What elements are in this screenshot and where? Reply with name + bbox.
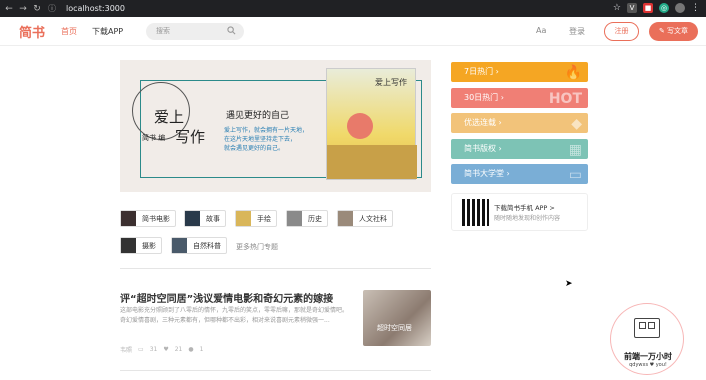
topic-thumbnail [236,211,251,226]
banner-subtitle: 遇见更好的自己 [226,111,290,121]
topic-label: 手绘 [257,214,271,223]
watermark-badge: 前端一万小时 qdywxs ♥ you! [610,303,684,375]
banner-author: 简书 编 [142,134,166,142]
topic-item[interactable]: 手绘 [235,210,277,227]
browser-toolbar: ← → ↻ ⓘ localhost:3000 ☆ V ■ ◎ ⋮ [0,0,706,17]
menu-icon[interactable]: ⋮ [691,3,700,13]
topic-item[interactable]: 历史 [286,210,328,227]
download-app-card[interactable]: 下载简书手机 APP > 随时随地发现和创作内容 [451,193,588,231]
mouse-cursor-icon: ➤ [565,279,573,289]
sidebar-label: 简书版权 [464,144,496,153]
article-thumbnail[interactable]: 超时空同居 [363,290,431,346]
avatar[interactable] [675,3,685,13]
write-article-button[interactable]: ✎ 写文章 [649,22,698,41]
topic-thumbnail [121,238,136,253]
badge-subtitle: qdywxs ♥ you! [629,362,667,368]
topic-thumbnail [185,211,200,226]
write-label: 写文章 [667,27,689,35]
sidebar-label: 30日热门 [464,93,499,102]
extension-icon[interactable]: ◎ [659,3,669,13]
topic-thumbnail [338,211,353,226]
more-topics-link[interactable]: 更多热门专题 [236,242,278,252]
book-cover: 爱上写作 [326,68,417,180]
topic-item[interactable]: 简书电影 [120,210,176,227]
robot-icon [634,318,660,338]
register-button[interactable]: 注册 [604,22,639,41]
topic-label: 故事 [206,214,220,223]
flame-icon: 🔥 [564,65,582,81]
topic-item[interactable]: 摄影 [120,237,162,254]
app-download-subtitle: 随时随地发现和创作内容 [494,215,561,222]
divider [120,370,431,371]
star-icon[interactable]: ☆ [613,3,621,13]
book-title: 爱上写作 [375,78,407,87]
article-author[interactable]: 韦照 [120,345,132,354]
book-illustration [327,145,417,179]
article-abstract: 这部电影充分照顾到了八零后的情怀，九零后的笑点，零零后嘛，那就是奇幻爱情吧。奇幻… [120,307,349,324]
logo[interactable]: 简书 [19,22,45,41]
topic-thumbnail [287,211,302,226]
sidebar-serial[interactable]: 优选连载 › ◆ [451,113,588,133]
banner[interactable]: 爱上 写作 简书 编 遇见更好的自己 爱上写作，就会拥有一片天地， 在这片天地里… [120,60,431,192]
address-bar[interactable]: localhost:3000 [66,4,125,13]
reward-count: 1 [199,346,204,353]
article-title[interactable]: 评“超时空同居”浅议爱情电影和奇幻元素的嫁接 [120,290,333,305]
calendar-icon: ▦ [568,142,582,158]
hot-icon: HOT [548,91,582,107]
search-input[interactable]: 搜索 [146,23,244,40]
back-icon[interactable]: ← [4,4,14,14]
topic-item[interactable]: 自然科普 [171,237,227,254]
divider [120,268,431,269]
book-illustration [347,113,373,139]
banner-title-line1: 爱上 [154,108,185,126]
sidebar-label: 7日热门 [464,67,494,76]
sidebar-30day-hot[interactable]: 30日热门 › HOT [451,88,588,108]
reload-icon[interactable]: ↻ [32,4,42,14]
sidebar-label: 优选连载 [464,118,496,127]
sidebar-university[interactable]: 简书大学堂 › ▭ [451,164,588,184]
login-link[interactable]: 登录 [569,26,585,37]
thumbnail-caption: 超时空同居 [377,324,412,332]
heart-icon: ♥ [163,346,169,353]
nav-download-app[interactable]: 下载APP [92,26,123,37]
article-meta: 韦照 ▭ 31 ♥ 21 ● 1 [120,345,203,354]
extension-icon[interactable]: V [627,3,637,13]
extension-icon[interactable]: ■ [643,3,653,13]
topic-thumbnail [121,211,136,226]
topic-thumbnail [172,238,187,253]
topic-label: 简书电影 [142,214,170,223]
badge-title: 前端一万小时 [624,352,672,361]
topic-item[interactable]: 故事 [184,210,226,227]
diamond-icon: ◆ [571,116,582,132]
sidebar-label: 简书大学堂 [464,169,504,178]
app-download-title: 下载简书手机 APP > [494,204,555,212]
qr-code-icon [462,199,489,226]
nav-home[interactable]: 首页 [61,26,77,37]
sidebar-7day-hot[interactable]: 7日热门 › 🔥 [451,62,588,82]
sidebar-copyright[interactable]: 简书版权 › ▦ [451,139,588,159]
reward-icon: ● [188,346,194,353]
site-header: 简书 首页 下载APP 搜索 Aa 登录 注册 ✎ 写文章 [0,17,706,46]
banner-title-line2: 写作 [175,128,206,146]
info-icon[interactable]: ⓘ [48,3,56,14]
topic-item[interactable]: 人文社科 [337,210,393,227]
topic-label: 历史 [308,214,322,223]
topic-label: 自然科普 [193,241,221,250]
comment-icon: ▭ [138,346,144,353]
topic-label: 摄影 [142,241,156,250]
banner-description: 爱上写作，就会拥有一片天地， 在这片天地里坚持走下去， 就会遇见更好的自己。 [224,127,309,152]
like-count: 21 [174,346,183,353]
font-size-toggle[interactable]: Aa [536,26,546,35]
topic-label: 人文社科 [359,214,387,223]
search-placeholder: 搜索 [156,27,170,35]
search-icon[interactable] [227,26,236,35]
monitor-icon: ▭ [568,167,582,183]
forward-icon[interactable]: → [18,4,28,14]
comment-count: 31 [149,346,158,353]
